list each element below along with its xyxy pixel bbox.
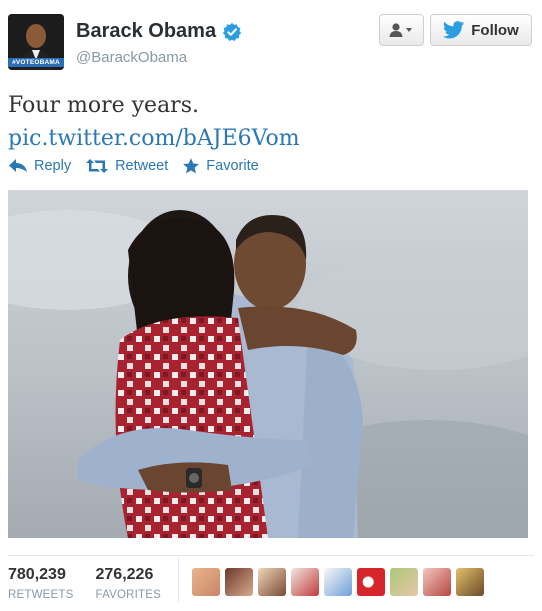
retweet-action[interactable]: Retweet bbox=[85, 158, 168, 174]
retweets-label: RETWEETS bbox=[8, 589, 74, 601]
favoriter-avatar[interactable] bbox=[291, 568, 319, 596]
tweet-media-link[interactable]: pic.twitter.com/bAJE6Vom bbox=[8, 123, 300, 155]
retweets-count: 780,239 bbox=[8, 566, 66, 583]
avatar-tag: #VOTEOBAMA bbox=[8, 58, 64, 67]
favoriter-avatar[interactable] bbox=[390, 568, 418, 596]
author-name-row: Barack Obama bbox=[76, 20, 242, 43]
star-icon bbox=[183, 158, 200, 174]
tweet-stats: 780,239 RETWEETS 276,226 FAVORITES bbox=[8, 566, 183, 601]
favorites-stat[interactable]: 276,226 FAVORITES bbox=[96, 566, 162, 601]
stats-separator bbox=[178, 558, 179, 602]
favorite-label: Favorite bbox=[206, 158, 259, 174]
stats-top-divider bbox=[8, 555, 534, 556]
favoriter-avatar[interactable] bbox=[225, 568, 253, 596]
user-actions-button[interactable] bbox=[379, 14, 424, 46]
author-display-name[interactable]: Barack Obama bbox=[76, 20, 216, 43]
favoriter-avatar[interactable] bbox=[423, 568, 451, 596]
reply-icon bbox=[9, 159, 27, 172]
author-handle[interactable]: @BarackObama bbox=[76, 49, 187, 66]
favoriter-avatar[interactable] bbox=[258, 568, 286, 596]
favoriter-avatar[interactable] bbox=[192, 568, 220, 596]
person-dropdown-icon bbox=[389, 23, 412, 37]
tweet-actions: Reply Retweet Favorite bbox=[8, 157, 273, 175]
favorite-action[interactable]: Favorite bbox=[182, 157, 259, 175]
favoriter-avatar[interactable] bbox=[456, 568, 484, 596]
embrace-photo-image bbox=[8, 190, 528, 538]
follow-button-label: Follow bbox=[471, 21, 519, 39]
author-avatar[interactable]: #VOTEOBAMA bbox=[8, 14, 64, 70]
retweets-stat[interactable]: 780,239 RETWEETS bbox=[8, 566, 74, 601]
reply-label: Reply bbox=[34, 158, 72, 174]
favoriter-avatars bbox=[192, 568, 484, 596]
tweet-photo[interactable] bbox=[8, 190, 528, 538]
favorites-count: 276,226 bbox=[95, 566, 154, 583]
follow-button[interactable]: Follow bbox=[430, 14, 532, 46]
verified-badge-icon bbox=[222, 22, 242, 41]
twitter-bird-icon bbox=[443, 21, 465, 39]
reply-action[interactable]: Reply bbox=[8, 158, 71, 174]
tweet-text: Four more years. bbox=[8, 93, 199, 118]
favorites-label: FAVORITES bbox=[95, 589, 161, 601]
favoriter-avatar[interactable] bbox=[357, 568, 385, 596]
favoriter-avatar[interactable] bbox=[324, 568, 352, 596]
retweet-label: Retweet bbox=[115, 158, 169, 174]
retweet-icon bbox=[86, 159, 109, 173]
